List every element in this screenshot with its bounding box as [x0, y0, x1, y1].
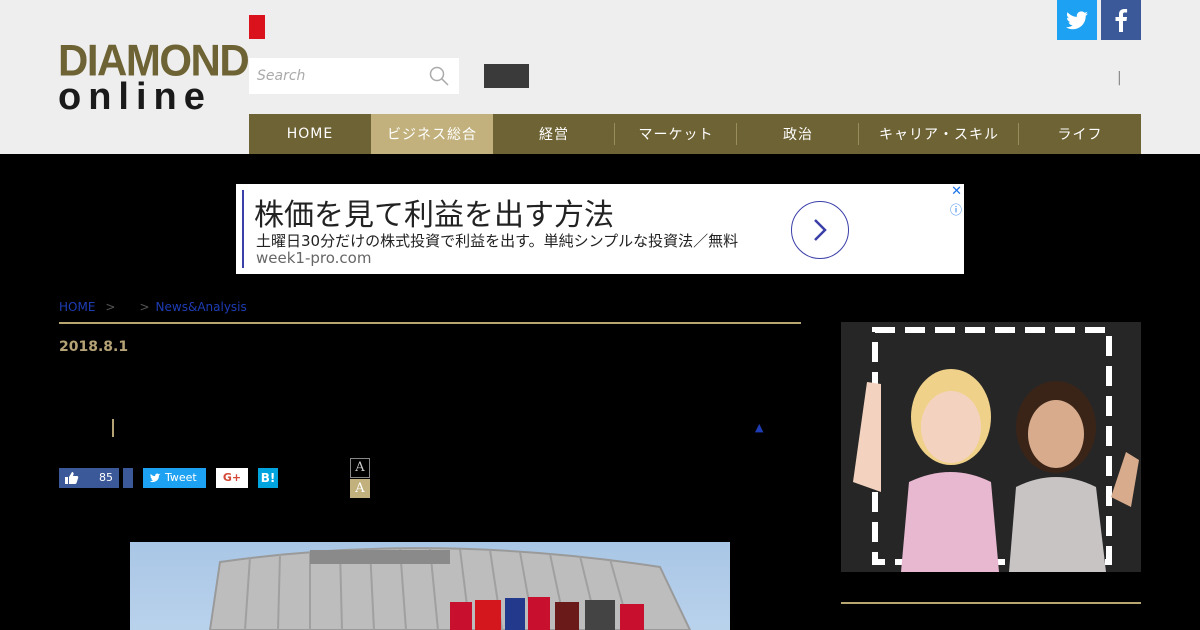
- tweet-button[interactable]: Tweet: [143, 468, 206, 488]
- ad-info-icon[interactable]: ⓘ: [950, 201, 962, 218]
- facebook-like-button[interactable]: 85: [59, 468, 119, 488]
- facebook-icon: [1115, 9, 1128, 32]
- search-input[interactable]: [249, 58, 425, 94]
- breadcrumb-sep: >: [139, 300, 150, 314]
- ad-title[interactable]: 株価を見て利益を出す方法: [254, 190, 614, 234]
- nav-item-career[interactable]: キャリア・スキル: [859, 114, 1019, 154]
- article-date: 2018.8.1: [59, 339, 129, 355]
- facebook-button[interactable]: [1101, 0, 1141, 40]
- facebook-share-button[interactable]: [123, 468, 133, 488]
- search-submit-button[interactable]: [484, 64, 529, 88]
- search-box[interactable]: [249, 58, 459, 94]
- twitter-button[interactable]: [1057, 0, 1097, 40]
- logo-line1: DIAMOND: [58, 35, 250, 86]
- nav-item-politics[interactable]: 政治: [737, 114, 859, 154]
- nav-item-market[interactable]: マーケット: [615, 114, 737, 154]
- children-photo-image: [841, 322, 1141, 572]
- like-count: 85: [99, 471, 113, 484]
- sidebar-ad[interactable]: [841, 322, 1141, 572]
- font-size-small-button[interactable]: A: [350, 458, 370, 478]
- ad-description: 土曜日30分だけの株式投資で利益を出す。単純シンプルな投資法／無料: [256, 232, 739, 250]
- banner-ad[interactable]: 株価を見て利益を出す方法 土曜日30分だけの株式投資で利益を出す。単純シンプルな…: [236, 184, 964, 274]
- tweet-label: Tweet: [165, 471, 197, 484]
- nav-item-business[interactable]: ビジネス総合: [371, 114, 493, 154]
- red-marker: [249, 15, 265, 39]
- main-nav: HOME ビジネス総合 経営 マーケット 政治 キャリア・スキル ライフ: [249, 114, 1141, 154]
- breadcrumb-section[interactable]: News&Analysis: [156, 300, 247, 314]
- search-icon[interactable]: [429, 66, 449, 86]
- header-separator: |: [1117, 70, 1122, 86]
- site-logo[interactable]: DIAMOND online: [58, 35, 250, 118]
- store-building-image: [208, 547, 692, 630]
- nav-item-management[interactable]: 経営: [493, 114, 615, 154]
- logo-line2: online: [58, 76, 212, 118]
- ad-close-icon[interactable]: ✕: [951, 184, 962, 199]
- site-header: DIAMOND online | HOME ビジネス総合 経営 マーケット 政治…: [0, 0, 1200, 154]
- article-hero-image: [130, 542, 730, 630]
- breadcrumb-sep: >: [105, 300, 116, 314]
- content-divider: [59, 322, 801, 324]
- font-size-large-button[interactable]: A: [350, 479, 370, 498]
- twitter-icon: [1066, 11, 1088, 30]
- sidebar-divider: [841, 602, 1141, 604]
- chevron-right-icon: [814, 219, 827, 241]
- triangle-icon[interactable]: ▲: [755, 421, 763, 434]
- ad-url[interactable]: week1-pro.com: [256, 249, 371, 267]
- twitter-bird-icon: [149, 473, 161, 483]
- breadcrumb: HOME > > News&Analysis: [59, 300, 251, 314]
- ad-arrow-button[interactable]: [791, 201, 849, 259]
- breadcrumb-home[interactable]: HOME: [59, 300, 95, 314]
- google-plus-button[interactable]: G+: [216, 468, 248, 488]
- title-accent-line: [112, 419, 114, 437]
- ad-accent-bar: [242, 190, 244, 268]
- nav-item-home[interactable]: HOME: [249, 114, 371, 154]
- hatena-bookmark-button[interactable]: B!: [258, 468, 278, 488]
- thumbs-up-icon: [65, 472, 79, 484]
- nav-item-life[interactable]: ライフ: [1019, 114, 1141, 154]
